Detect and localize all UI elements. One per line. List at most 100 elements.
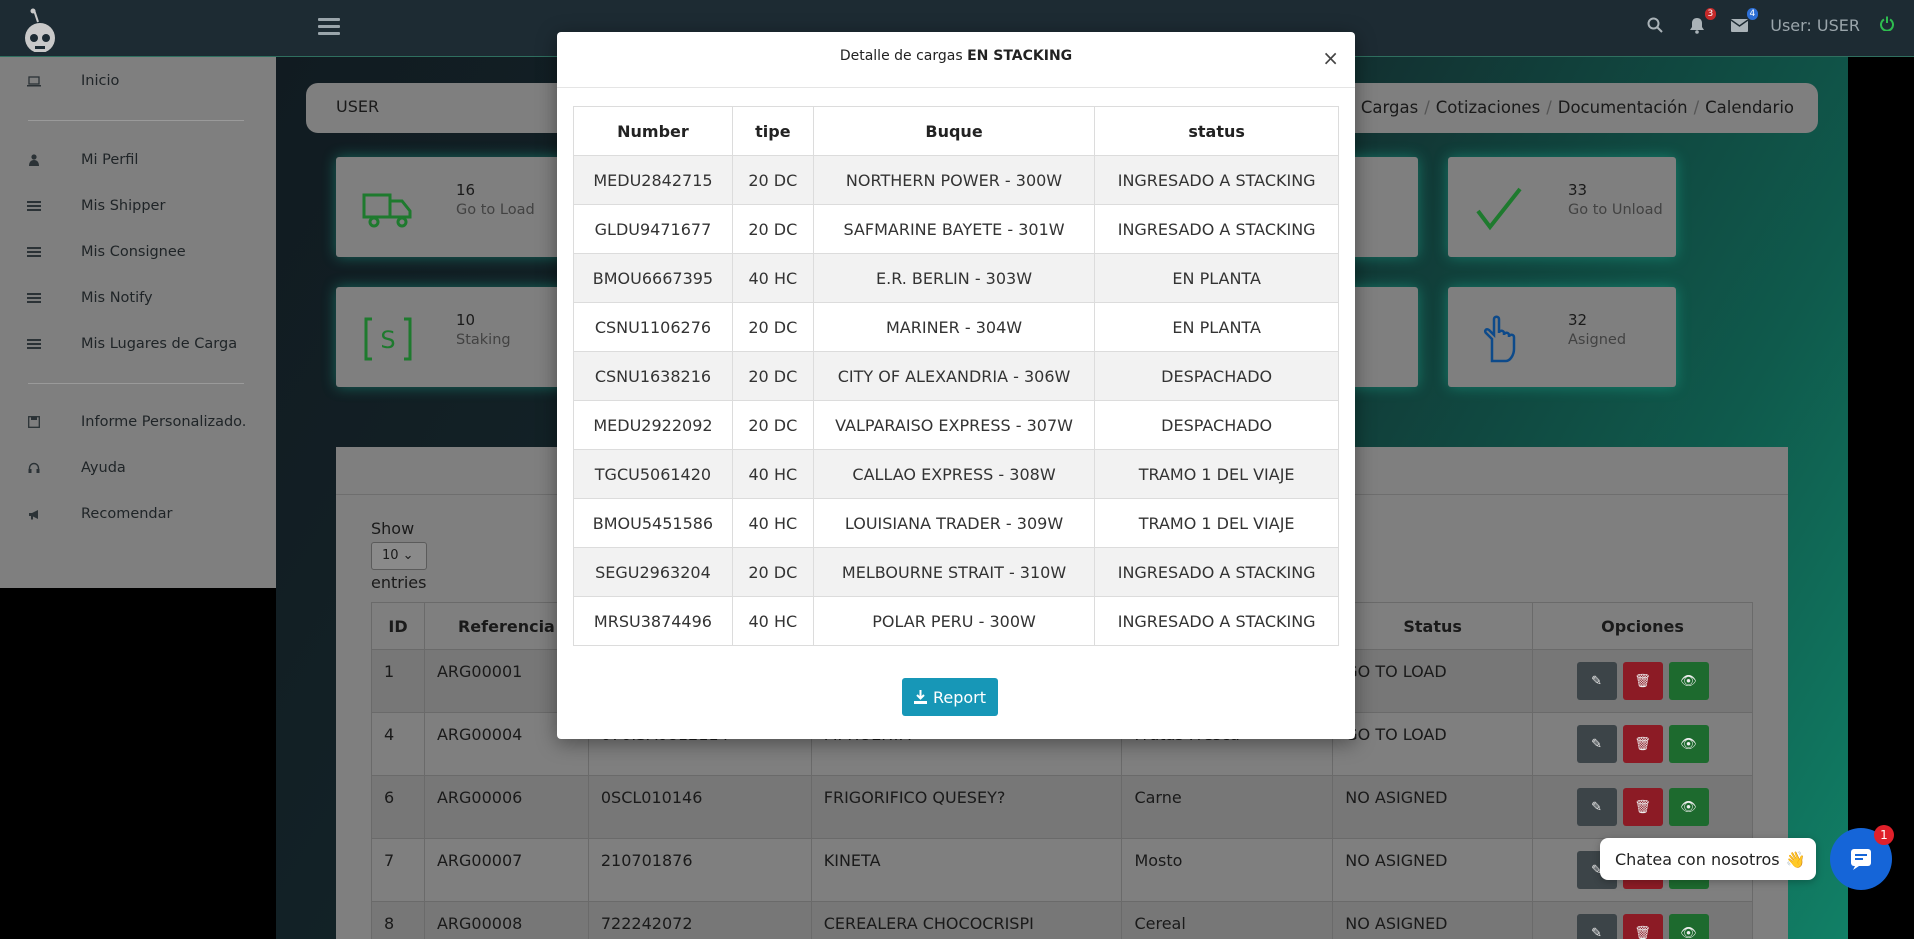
table-row: BMOU6667395 40 HC E.R. BERLIN - 303W EN … (573, 253, 1339, 303)
cell-status: DESPACHADO (1094, 351, 1339, 401)
table-row: MEDU2842715 20 DC NORTHERN POWER - 300W … (573, 155, 1339, 205)
page-size-select[interactable]: 10 ⌄ (371, 542, 427, 570)
list-icon (27, 338, 41, 350)
delete-button[interactable]: 🗑 (1622, 662, 1663, 700)
sidebar-item-label: Inicio (81, 73, 120, 89)
view-button[interactable]: 👁 (1668, 914, 1709, 939)
menu-toggle-button[interactable] (318, 18, 340, 38)
edit-button[interactable]: ✎ (1576, 725, 1617, 763)
sidebar-item-inicio[interactable]: Inicio (0, 61, 276, 101)
sidebar-item-informe-personalizado[interactable]: Informe Personalizado. (0, 402, 276, 442)
delete-button[interactable]: 🗑 (1622, 725, 1663, 763)
cell-tipe: 20 DC (731, 547, 814, 597)
cell-number: MEDU2842715 (573, 155, 733, 205)
stacking-table: Number tipe Buque status MEDU2842715 20 … (573, 106, 1339, 646)
cell-status: DESPACHADO (1094, 400, 1339, 450)
table-row: CSNU1638216 20 DC CITY OF ALEXANDRIA - 3… (573, 351, 1339, 401)
delete-button[interactable]: 🗑 (1622, 788, 1663, 826)
sidebar-item-mis-lugares-de-carga[interactable]: Mis Lugares de Carga (0, 324, 276, 364)
edit-button[interactable]: ✎ (1576, 914, 1617, 939)
cell-buque: CITY OF ALEXANDRIA - 306W (812, 351, 1096, 401)
sidebar-item-ayuda[interactable]: Ayuda (0, 448, 276, 488)
envelope-icon[interactable]: 4 (1728, 8, 1759, 36)
stat-number: 10 (456, 311, 476, 329)
svg-text:S: S (380, 326, 395, 354)
cell-tipe: 40 HC (731, 596, 814, 646)
delete-button[interactable]: 🗑 (1622, 914, 1663, 939)
chat-prompt-text: Chatea con nosotros (1615, 849, 1780, 869)
cell-status: INGRESADO A STACKING (1094, 204, 1339, 254)
sidebar-item-mis-shipper[interactable]: Mis Shipper (0, 186, 276, 226)
stat-number: 33 (1568, 181, 1588, 199)
cell-product: Carne (1121, 775, 1334, 839)
view-button[interactable]: 👁 (1668, 725, 1709, 763)
sidebar-item-mis-notify[interactable]: Mis Notify (0, 278, 276, 318)
stat-card-staking[interactable]: S 10 Staking (336, 287, 564, 387)
cell-buque: E.R. BERLIN - 303W (812, 253, 1096, 303)
cell-booking: 722242072 (587, 901, 812, 939)
sidebar-divider (28, 120, 244, 121)
stat-card-asigned[interactable]: 32 Asigned (1448, 287, 1676, 387)
cell-number: GLDU9471677 (573, 204, 733, 254)
checkmark-icon (1476, 187, 1522, 231)
cell-buque: MARINER - 304W (812, 302, 1096, 352)
breadcrumb-link-cotizaciones[interactable]: Cotizaciones (1436, 98, 1540, 117)
table-row: MRSU3874496 40 HC POLAR PERU - 300W INGR… (573, 596, 1339, 646)
table-row: MEDU2922092 20 DC VALPARAISO EXPRESS - 3… (573, 400, 1339, 450)
user-label[interactable]: User: USER (1770, 16, 1860, 35)
sidebar-item-mi-perfil[interactable]: Mi Perfil (0, 140, 276, 180)
breadcrumb-separator: / (1693, 98, 1700, 117)
breadcrumb-link-documentacion[interactable]: Documentación (1558, 98, 1688, 117)
column-header-number: Number (573, 106, 733, 156)
list-icon (27, 292, 41, 304)
stat-card-go-to-unload[interactable]: 33 Go to Unload (1448, 157, 1676, 257)
report-button-label: Report (932, 687, 987, 707)
column-header-id[interactable]: ID (371, 602, 425, 650)
power-icon[interactable] (1880, 16, 1894, 35)
waving-hand-icon: 👋 (1785, 849, 1806, 869)
edit-button[interactable]: ✎ (1576, 662, 1617, 700)
cell-status: NO ASIGNED (1332, 838, 1534, 902)
column-header-status[interactable]: Status (1332, 602, 1534, 650)
cell-status: INGRESADO A STACKING (1094, 155, 1339, 205)
table-row: 8 ARG00008 722242072 CEREALERA CHOCOCRIS… (371, 901, 1753, 939)
bell-icon[interactable]: 3 (1686, 8, 1717, 36)
cell-tipe: 40 HC (731, 498, 814, 548)
cell-status: INGRESADO A STACKING (1094, 547, 1339, 597)
stat-card-go-to-load[interactable]: 16 Go to Load (336, 157, 564, 257)
sidebar-item-recomendar[interactable]: Recomendar (0, 494, 276, 534)
breadcrumb-link-calendario[interactable]: Calendario (1705, 98, 1794, 117)
cell-status: INGRESADO A STACKING (1094, 596, 1339, 646)
table-row: 7 ARG00007 210701876 KINETA Mosto NO ASI… (371, 838, 1753, 902)
table-row: CSNU1106276 20 DC MARINER - 304W EN PLAN… (573, 302, 1339, 352)
table-row: GLDU9471677 20 DC SAFMARINE BAYETE - 301… (573, 204, 1339, 254)
chat-icon (1851, 849, 1871, 870)
sidebar-item-mis-consignee[interactable]: Mis Consignee (0, 232, 276, 272)
close-icon[interactable]: × (1322, 48, 1339, 68)
view-button[interactable]: 👁 (1668, 662, 1709, 700)
column-header-tipe: tipe (731, 106, 814, 156)
edit-button[interactable]: ✎ (1576, 788, 1617, 826)
sidebar: Inicio Mi Perfil Mis Shipper Mis Consign… (0, 57, 276, 588)
column-header-buque: Buque (812, 106, 1096, 156)
cell-buque: SAFMARINE BAYETE - 301W (812, 204, 1096, 254)
stat-label: Asigned (1568, 332, 1627, 348)
view-button[interactable]: 👁 (1668, 788, 1709, 826)
cell-referencia: ARG00008 (423, 901, 589, 939)
chat-unread-badge: 1 (1874, 825, 1894, 845)
megaphone-icon (27, 508, 41, 520)
chat-prompt-bubble[interactable]: Chatea con nosotros 👋 (1600, 838, 1816, 880)
cell-opciones: ✎ 🗑 👁 (1532, 901, 1753, 939)
save-icon (27, 416, 41, 428)
cell-id: 1 (371, 649, 425, 713)
search-icon[interactable] (1644, 14, 1666, 36)
hand-pointer-icon (1483, 315, 1516, 363)
cell-number: MRSU3874496 (573, 596, 733, 646)
table-row: TGCU5061420 40 HC CALLAO EXPRESS - 308W … (573, 449, 1339, 499)
report-button[interactable]: Report (902, 678, 998, 716)
messages-badge: 4 (1746, 8, 1759, 20)
cell-number: TGCU5061420 (573, 449, 733, 499)
download-icon (913, 690, 927, 704)
cell-id: 6 (371, 775, 425, 839)
logo-icon[interactable] (20, 8, 60, 52)
